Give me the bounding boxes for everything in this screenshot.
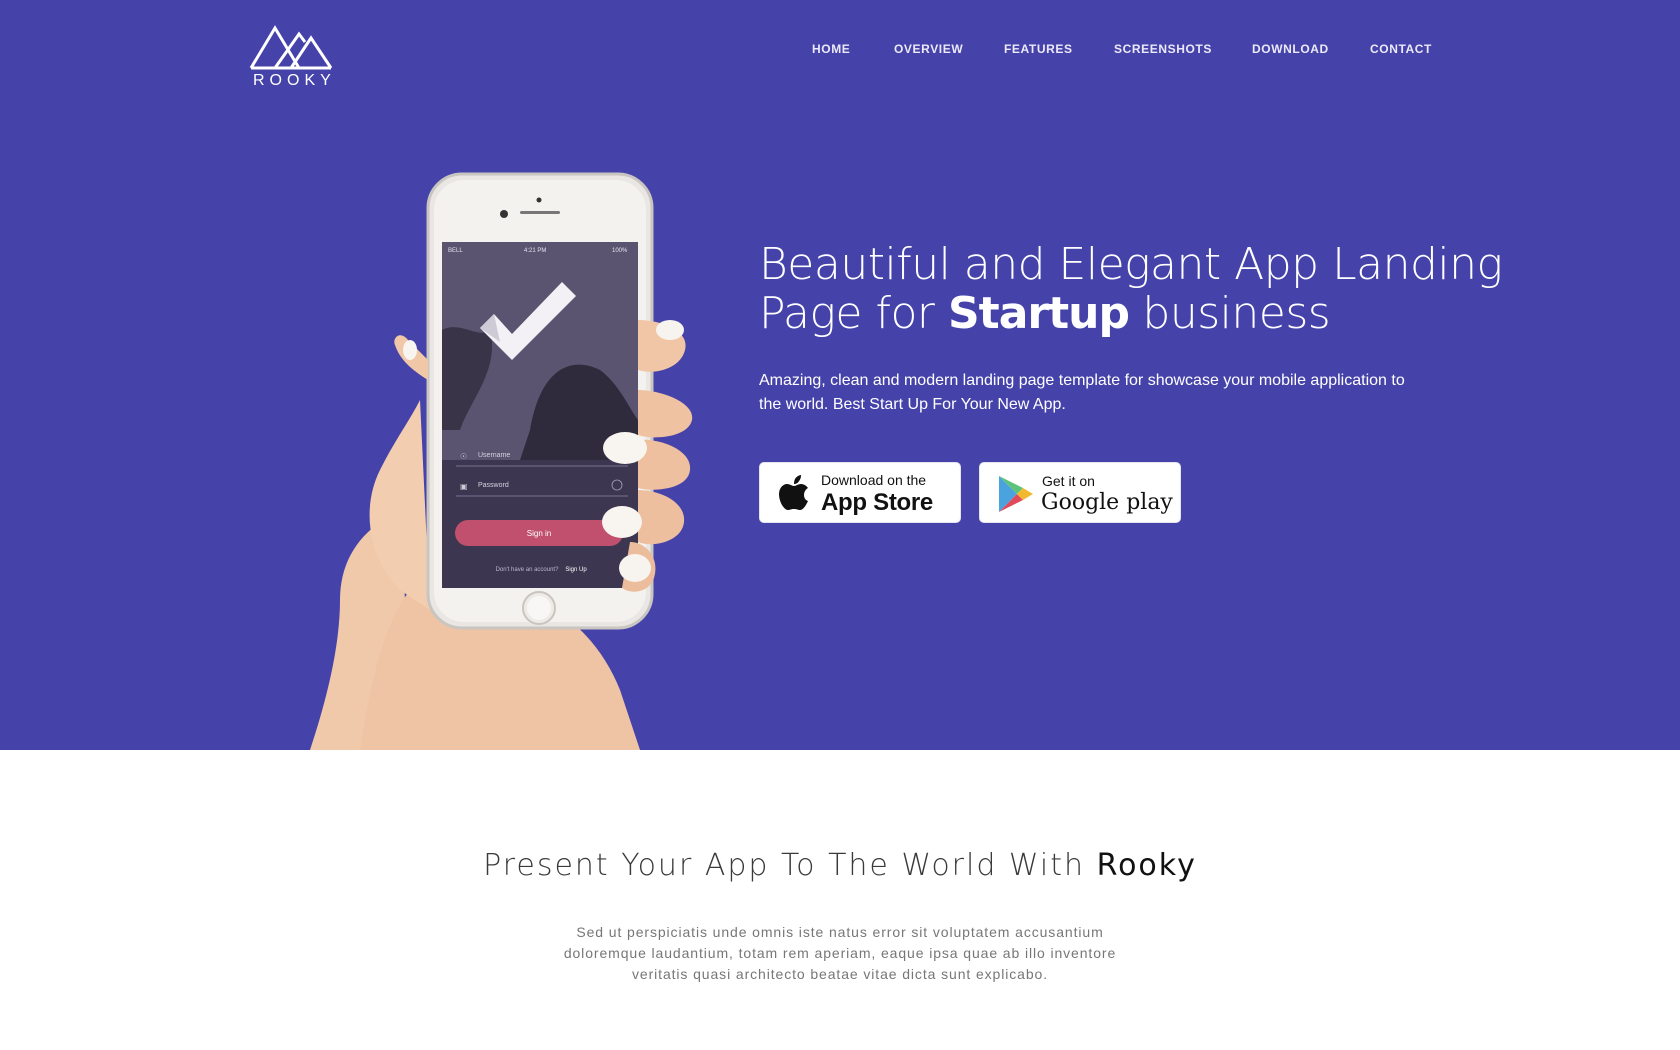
svg-text:▣: ▣ [460,482,468,491]
headline-suffix: business [1128,288,1331,339]
password-field: Password [478,482,509,489]
intro-title-prefix: Present Your App To The World With [483,848,1097,883]
app-store-button[interactable]: Download on the App Store [759,462,961,523]
headline-strong: Startup [947,288,1130,339]
app-store-big-text: App Store [821,489,933,516]
phone-signin-label: Sign in [527,529,551,538]
apple-icon [779,475,808,510]
hero-headline: Beautiful and Elegant App Landing Page f… [759,239,1503,338]
phone-battery: 100% [612,248,628,254]
lock-icon: ☉ [460,452,467,461]
headline-prefix: Page for [759,288,948,339]
username-field: Username [478,452,510,459]
phone-mockup: BELL 4:21 PM 100% ☉ Username ▣ Password … [300,170,720,750]
headline-line-1: Beautiful and Elegant App Landing [759,239,1503,290]
google-play-icon [999,476,1033,512]
main-nav: HOME OVERVIEW FEATURES SCREENSHOTS DOWNL… [0,42,1680,62]
hero-section: ROOKY HOME OVERVIEW FEATURES SCREENSHOTS… [0,0,1680,750]
nav-contact[interactable]: CONTACT [1370,42,1432,56]
nav-overview[interactable]: OVERVIEW [894,42,963,56]
nav-home[interactable]: HOME [812,42,850,56]
intro-section: Present Your App To The World With Rooky… [0,750,1680,1050]
google-play-small-text: Get it on [1042,473,1095,489]
intro-title-strong: Rooky [1096,848,1197,883]
phone-signup-prompt: Don't have an account? [496,567,560,573]
phone-time: 4:21 PM [524,248,546,254]
app-store-small-text: Download on the [821,472,927,488]
phone-carrier: BELL [448,248,463,254]
logo-text: ROOKY [253,72,336,89]
hand-holding-phone-image: BELL 4:21 PM 100% ☉ Username ▣ Password … [310,172,693,750]
google-play-big-text: Google play [1041,490,1173,515]
phone-signup-link: Sign Up [565,567,587,573]
nav-features[interactable]: FEATURES [1004,42,1073,56]
intro-title: Present Your App To The World With Rooky [0,848,1680,883]
nav-screenshots[interactable]: SCREENSHOTS [1114,42,1212,56]
nav-download[interactable]: DOWNLOAD [1252,42,1329,56]
hero-subtitle: Amazing, clean and modern landing page t… [759,372,1405,413]
google-play-button[interactable]: Get it on Google play [979,462,1181,523]
headline-line-2: Page for Startup business [759,289,1459,338]
intro-description: Sed ut perspiciatis unde omnis iste natu… [563,924,1117,982]
